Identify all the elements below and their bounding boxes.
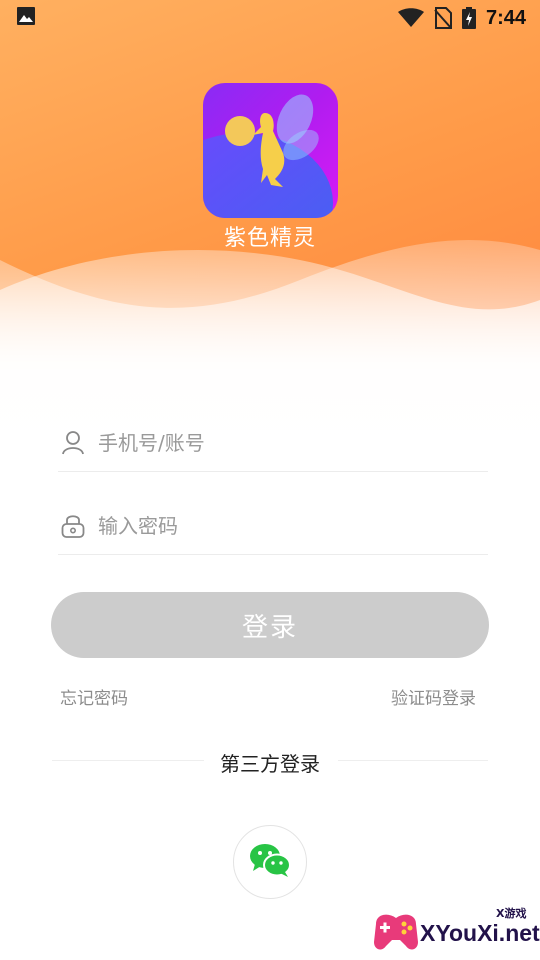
third-party-title: 第三方登录 (220, 752, 320, 776)
sms-login-link[interactable]: 验证码登录 (391, 684, 476, 709)
app-name: 紫色精灵 (223, 226, 316, 251)
divider-right (338, 760, 488, 761)
watermark-small-text: X游戏 (496, 907, 527, 920)
password-input[interactable] (98, 513, 458, 538)
watermark: X游戏 XYouXi.net (368, 900, 540, 960)
account-input[interactable] (98, 430, 458, 455)
account-field[interactable] (58, 414, 488, 472)
lock-icon (60, 512, 86, 540)
watermark-brand: XYouXi.net (420, 920, 540, 946)
login-button[interactable]: 登录 (51, 592, 489, 658)
password-field[interactable] (58, 497, 488, 555)
forgot-password-link[interactable]: 忘记密码 (60, 684, 128, 709)
gamepad-logo-icon (374, 914, 418, 950)
app-logo (203, 83, 338, 218)
status-bar: 7:44 (0, 0, 540, 36)
wechat-icon (249, 842, 291, 882)
wifi-icon (397, 8, 424, 28)
battery-charging-icon (461, 7, 476, 29)
gallery-notification-icon (16, 6, 36, 30)
wechat-login-button[interactable] (233, 825, 307, 899)
status-time: 7:44 (485, 6, 526, 29)
no-sim-icon (434, 7, 452, 29)
user-icon (60, 429, 86, 457)
